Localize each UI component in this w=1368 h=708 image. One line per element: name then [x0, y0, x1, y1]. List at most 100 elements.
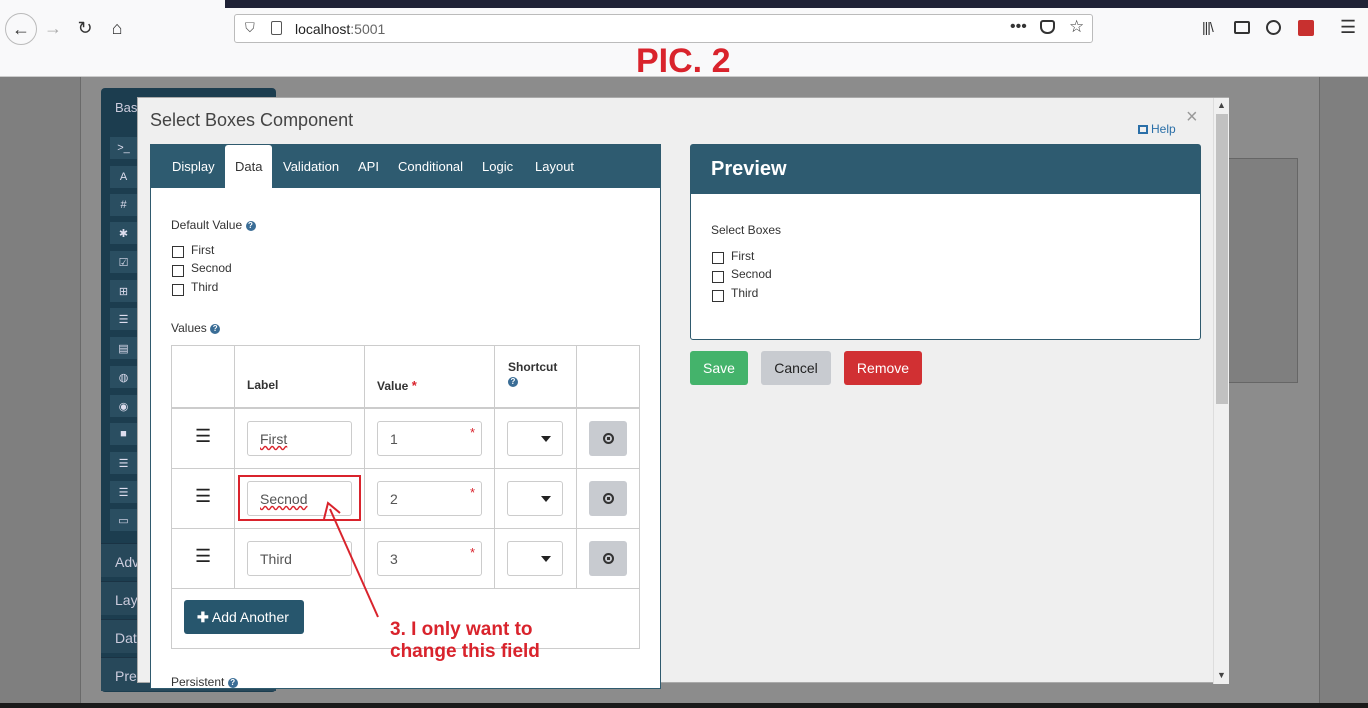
- sidebar-textfield-icon[interactable]: >_: [110, 137, 137, 159]
- shortcut-select[interactable]: [507, 421, 563, 456]
- sidebar-radio-icon[interactable]: ◍: [110, 366, 137, 388]
- edit-form-panel: Display Data Validation API Conditional …: [150, 144, 661, 689]
- forward-arrow-icon[interactable]: →: [38, 13, 68, 43]
- sidebar-select-icon[interactable]: ☰: [110, 308, 137, 330]
- option-value-text: 2: [390, 491, 398, 507]
- sidebar-toggle-icon[interactable]: [1234, 21, 1250, 34]
- option-value-input[interactable]: 2 *: [377, 481, 482, 516]
- more-actions-icon[interactable]: •••: [1010, 18, 1027, 36]
- component-edit-modal: Select Boxes Component × Help Display Da…: [137, 97, 1229, 689]
- url-bar[interactable]: ⛉ localhost:5001 ••• ☆: [234, 14, 1093, 43]
- preview-third-checkbox[interactable]: [712, 290, 724, 302]
- chevron-down-icon: [541, 436, 551, 442]
- settings-tabs: Display Data Validation API Conditional …: [151, 145, 660, 188]
- url-host: localhost: [295, 21, 351, 37]
- close-icon[interactable]: ×: [1186, 106, 1198, 129]
- option-value-text: 1: [390, 431, 398, 447]
- shortcut-select[interactable]: [507, 481, 563, 516]
- preview-first-checkbox[interactable]: [712, 252, 724, 264]
- browser-toolbar: ← → ↻ ⌂ ⛉ localhost:5001 ••• ☆ |||\ ☰ PI…: [0, 0, 1368, 80]
- remove-row-button[interactable]: [589, 481, 627, 516]
- sidebar-file-icon[interactable]: ▤: [110, 337, 137, 359]
- option-label-input[interactable]: First: [247, 421, 352, 456]
- preview-second-checkbox[interactable]: [712, 271, 724, 283]
- column-header-value: Value *: [377, 378, 417, 393]
- help-link[interactable]: Help: [1138, 122, 1176, 136]
- drag-handle-icon[interactable]: ☰: [195, 426, 211, 447]
- tab-api[interactable]: API: [348, 145, 389, 188]
- tab-validation[interactable]: Validation: [273, 145, 349, 188]
- preview-second-label: Secnod: [731, 267, 772, 281]
- menu-icon[interactable]: ☰: [1340, 17, 1356, 38]
- required-asterisk: *: [470, 485, 476, 500]
- sidebar-password-icon[interactable]: ✱: [110, 222, 137, 244]
- drag-handle-icon[interactable]: ☰: [195, 486, 211, 507]
- option-value-input[interactable]: 1 *: [377, 421, 482, 456]
- remove-button[interactable]: Remove: [844, 351, 922, 385]
- table-divider: [172, 468, 639, 469]
- tab-conditional[interactable]: Conditional: [388, 145, 473, 188]
- save-button[interactable]: Save: [690, 351, 748, 385]
- add-another-button[interactable]: ✚ Add Another: [184, 600, 304, 634]
- sidebar-radio2-icon[interactable]: ◉: [110, 395, 137, 417]
- preview-field-label: Select Boxes: [711, 223, 782, 237]
- remove-row-button[interactable]: [589, 541, 627, 576]
- question-circle-icon[interactable]: ?: [508, 376, 518, 387]
- default-value-text: Default Value: [171, 218, 243, 232]
- scrollbar-thumb[interactable]: [1216, 114, 1228, 404]
- sidebar-checkbox-icon[interactable]: ☑: [110, 251, 137, 273]
- sidebar-list2-icon[interactable]: ☰: [110, 481, 137, 503]
- shortcut-header-text: Shortcut: [508, 360, 558, 374]
- sidebar-panel-icon[interactable]: ▭: [110, 509, 137, 531]
- sidebar-list-icon[interactable]: ☰: [110, 452, 137, 474]
- page-icon: [271, 21, 282, 35]
- bookmark-star-icon[interactable]: ☆: [1069, 17, 1084, 37]
- table-divider: [172, 588, 639, 589]
- taskbar-strip: [0, 703, 1368, 708]
- values-label: Values ?: [171, 321, 221, 335]
- home-icon[interactable]: ⌂: [102, 13, 132, 43]
- tab-logic[interactable]: Logic: [472, 145, 523, 188]
- pocket-icon[interactable]: [1040, 20, 1055, 34]
- back-arrow-icon[interactable]: ←: [5, 13, 37, 45]
- scroll-down-icon[interactable]: ▼: [1217, 670, 1226, 680]
- annotation-note: 3. I only want to change this field: [390, 619, 540, 663]
- tab-layout[interactable]: Layout: [525, 145, 584, 188]
- sidebar-basic-label[interactable]: Bas: [115, 100, 137, 115]
- window-titlebar-strip: [225, 0, 1368, 8]
- account-icon[interactable]: [1266, 20, 1281, 35]
- drag-handle-icon[interactable]: ☰: [195, 546, 211, 567]
- sidebar-button-icon[interactable]: ■: [110, 423, 137, 445]
- question-circle-icon[interactable]: ?: [227, 677, 238, 688]
- url-port: :5001: [350, 21, 386, 37]
- library-icon[interactable]: |||\: [1202, 19, 1214, 35]
- option-value-input[interactable]: 3 *: [377, 541, 482, 576]
- tab-data[interactable]: Data: [225, 145, 273, 188]
- sidebar-number-icon[interactable]: #: [110, 194, 137, 216]
- annotation-arrow: [323, 501, 379, 618]
- shield-icon[interactable]: ⛉: [245, 20, 255, 36]
- option-label-text: Third: [260, 551, 292, 567]
- default-second-checkbox[interactable]: [172, 265, 184, 277]
- default-third-checkbox[interactable]: [172, 284, 184, 296]
- question-circle-icon[interactable]: ?: [245, 220, 256, 231]
- help-label: Help: [1151, 122, 1176, 136]
- table-divider: [234, 346, 235, 588]
- sidebar-textarea-icon[interactable]: A: [110, 166, 137, 188]
- cancel-button[interactable]: Cancel: [761, 351, 831, 385]
- option-label-text: First: [260, 431, 288, 447]
- tab-display[interactable]: Display: [162, 145, 225, 188]
- question-circle-icon[interactable]: ?: [210, 323, 221, 334]
- default-first-checkbox[interactable]: [172, 246, 184, 258]
- scroll-up-icon[interactable]: ▲: [1217, 100, 1226, 110]
- modal-scrollbar[interactable]: ▲ ▼: [1213, 98, 1229, 684]
- preview-first-label: First: [731, 249, 755, 263]
- extension-icon[interactable]: [1298, 20, 1314, 36]
- annotation-title: PIC. 2: [636, 42, 731, 80]
- remove-row-button[interactable]: [589, 421, 627, 456]
- sidebar-selectboxes-icon[interactable]: ⊞: [110, 280, 137, 302]
- chevron-down-icon: [541, 496, 551, 502]
- chevron-down-icon: [541, 556, 551, 562]
- reload-icon[interactable]: ↻: [70, 13, 100, 43]
- shortcut-select[interactable]: [507, 541, 563, 576]
